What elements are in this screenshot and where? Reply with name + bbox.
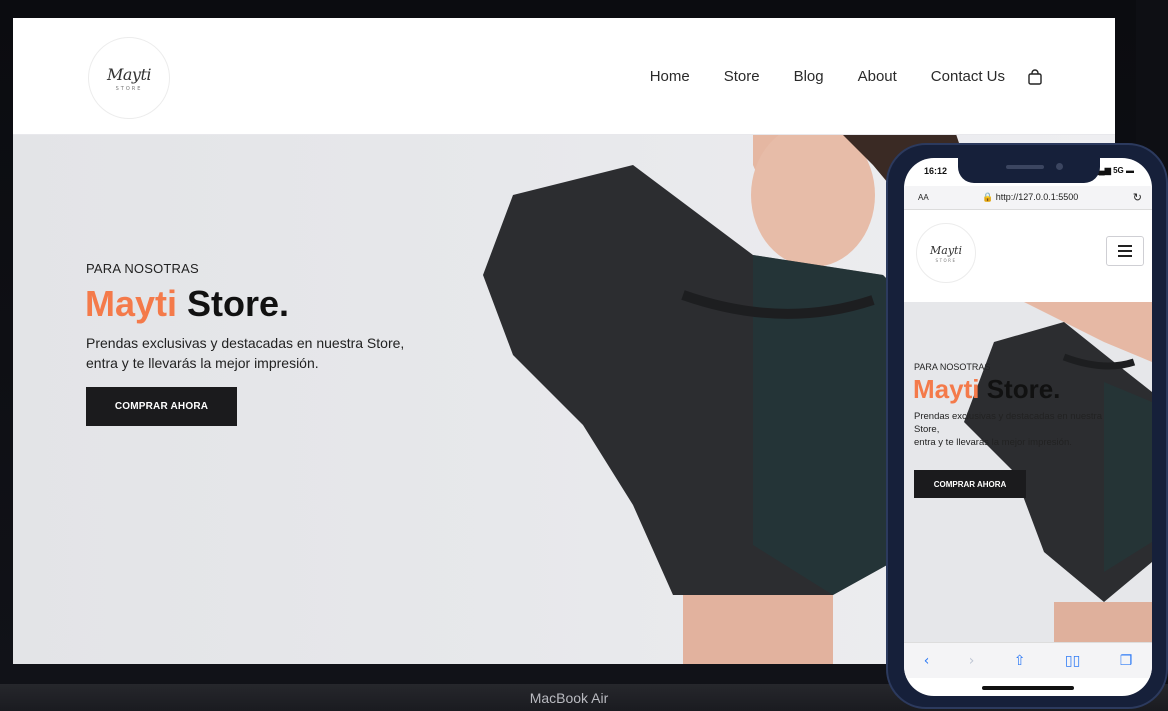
mobile-comprar-ahora-button[interactable]: COMPRAR AHORA (914, 470, 1026, 498)
nav-contact[interactable]: Contact Us (931, 68, 1005, 85)
hero-title-accent: Mayti (85, 283, 178, 324)
nav-home[interactable]: Home (650, 68, 690, 85)
hero-title: Mayti Store. (85, 283, 289, 325)
mobile-hero-section: PARA NOSOTRAS Mayti Store. Prendas exclu… (904, 302, 1152, 642)
logo-sub: STORE (115, 85, 143, 92)
phone-screen: 16:12 ▂▄▆ 5G ▬ AA 🔒 http://127.0.0.1:550… (904, 158, 1152, 696)
hero-eyebrow: PARA NOSOTRAS (86, 261, 199, 276)
safari-toolbar: ‹ › ⇧ ▯▯ ❐ (904, 642, 1152, 678)
main-nav: Home Store Blog About Contact Us (650, 68, 1043, 85)
mobile-hero-title: Mayti Store. (913, 374, 1060, 405)
mobile-logo-sub: STORE (935, 257, 957, 263)
mobile-text-line-3: entra y te llevarás la mejor impresión. (914, 437, 1072, 448)
mobile-hero-description: Prendas exclusivas y destacadas en nuest… (914, 410, 1144, 449)
nav-store[interactable]: Store (724, 68, 760, 85)
safari-url-bar[interactable]: AA 🔒 http://127.0.0.1:5500 ↻ (904, 186, 1152, 210)
hero-text-line-1: Prendas exclusivas y destacadas en nuest… (86, 335, 405, 351)
network-label: 5G (1113, 166, 1124, 175)
address-text: http://127.0.0.1:5500 (995, 192, 1079, 202)
nav-blog[interactable]: Blog (794, 68, 824, 85)
mobile-store-logo[interactable]: Mayti STORE (916, 223, 976, 283)
shopping-bag-icon[interactable] (1027, 68, 1043, 85)
hamburger-menu-icon[interactable] (1106, 236, 1144, 266)
home-indicator (982, 686, 1074, 690)
hero-description: Prendas exclusivas y destacadas en nuest… (86, 333, 466, 373)
text-size-button[interactable]: AA (918, 193, 929, 202)
tabs-icon[interactable]: ❐ (1120, 653, 1133, 669)
forward-icon[interactable]: › (969, 653, 975, 669)
mobile-text-line-2: Store, (914, 424, 940, 435)
mobile-site-header: Mayti STORE (904, 210, 1152, 302)
address-field[interactable]: 🔒 http://127.0.0.1:5500 (982, 192, 1078, 203)
mobile-logo-script: Mayti (930, 243, 962, 257)
share-icon[interactable]: ⇧ (1014, 653, 1026, 669)
status-time: 16:12 (924, 166, 948, 176)
battery-icon: ▬ (1126, 166, 1134, 175)
mobile-title-rest: Store. (979, 374, 1061, 404)
back-icon[interactable]: ‹ (924, 653, 930, 669)
mobile-title-accent: Mayti (913, 374, 980, 404)
camera-icon (1056, 163, 1063, 170)
nav-about[interactable]: About (858, 68, 897, 85)
mobile-text-line-1: Prendas exclusivas y destacadas en nuest… (914, 411, 1102, 422)
phone-notch (958, 158, 1100, 183)
comprar-ahora-button[interactable]: COMPRAR AHORA (86, 387, 237, 426)
menu-lines-icon (1118, 245, 1132, 257)
bookmarks-icon[interactable]: ▯▯ (1065, 653, 1080, 669)
mobile-hero-eyebrow: PARA NOSOTRAS (914, 362, 991, 372)
lock-icon: 🔒 (982, 192, 994, 202)
reload-icon[interactable]: ↻ (1133, 191, 1142, 204)
site-header: Mayti STORE Home Store Blog About Contac… (13, 18, 1115, 135)
store-logo[interactable]: Mayti STORE (88, 37, 170, 119)
hero-title-rest: Store. (177, 283, 290, 324)
device-label: MacBook Air (529, 689, 609, 706)
phone-frame: 16:12 ▂▄▆ 5G ▬ AA 🔒 http://127.0.0.1:550… (886, 143, 1168, 709)
speaker-icon (1006, 165, 1044, 169)
hero-text-line-2: entra y te llevarás la mejor impresión. (86, 355, 319, 371)
logo-script: Mayti (106, 64, 152, 84)
